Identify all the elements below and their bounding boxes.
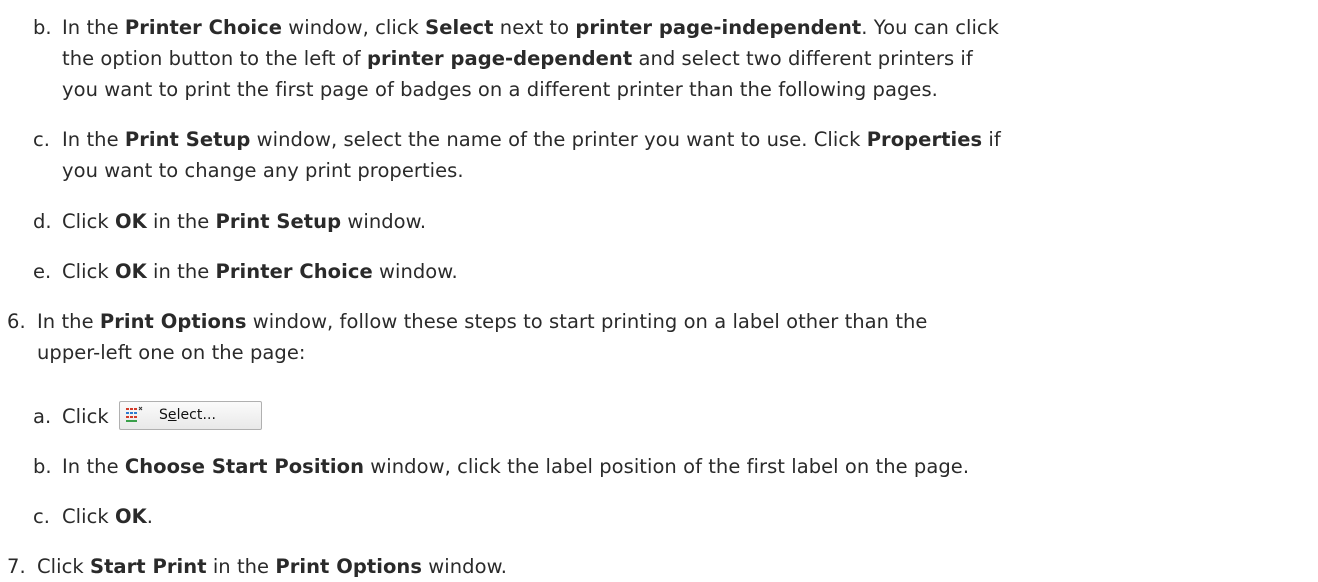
step-text: window. xyxy=(422,555,508,578)
step-line: e. Click OK in the Printer Choice window. xyxy=(33,257,458,287)
step-text: Click xyxy=(62,260,115,283)
step-text: and select two different printers if xyxy=(632,47,973,70)
step-line: b. In the Printer Choice window, click Se… xyxy=(33,13,999,43)
bold-term: OK xyxy=(114,260,147,283)
bold-term: printer page-dependent xyxy=(366,47,633,70)
step-text: the option button to the left of xyxy=(62,47,367,70)
step-text: in the xyxy=(206,555,276,578)
bold-term: Print Options xyxy=(275,555,423,578)
step-line: c. Click OK. xyxy=(33,502,153,532)
bold-term: Print Setup xyxy=(215,210,342,233)
step-text: window, select the name of the printer y… xyxy=(250,128,867,151)
step-marker: 6. xyxy=(7,310,26,333)
step-text: In the xyxy=(62,455,125,478)
grid-list-icon xyxy=(125,406,143,422)
step-marker: b. xyxy=(33,455,52,478)
step-text: in the xyxy=(146,260,216,283)
bold-term: Printer Choice xyxy=(124,16,283,39)
step-line: a. Click Select... xyxy=(33,401,262,432)
step-text: next to xyxy=(493,16,576,39)
step-line: upper-left one on the page: xyxy=(37,338,306,368)
step-text: in the xyxy=(146,210,216,233)
step-text: you want to change any print properties. xyxy=(62,159,464,182)
bold-term: Start Print xyxy=(89,555,207,578)
bold-term: Properties xyxy=(866,128,983,151)
document-page: b. In the Printer Choice window, click Se… xyxy=(0,0,1318,578)
bold-term: Select xyxy=(425,16,494,39)
step-text: window, follow these steps to start prin… xyxy=(246,310,928,333)
step-text: In the xyxy=(62,16,125,39)
bold-term: printer page-independent xyxy=(575,16,862,39)
step-text: you want to print the first page of badg… xyxy=(62,78,938,101)
bold-term: Print Setup xyxy=(124,128,251,151)
step-line: you want to print the first page of badg… xyxy=(62,75,938,105)
step-text: window, click the label position of the … xyxy=(364,455,970,478)
step-text: In the xyxy=(37,310,100,333)
step-line: d. Click OK in the Print Setup window. xyxy=(33,207,426,237)
step-marker: b. xyxy=(33,16,52,39)
bold-term: Print Options xyxy=(99,310,247,333)
step-marker: a. xyxy=(33,405,52,428)
step-text: Click xyxy=(62,210,115,233)
bold-term: Choose Start Position xyxy=(124,455,365,478)
step-line: 7. Click Start Print in the Print Options… xyxy=(7,552,507,582)
step-marker: 7. xyxy=(7,555,26,578)
step-text: . You can click xyxy=(861,16,1000,39)
step-marker: d. xyxy=(33,210,52,233)
step-text: if xyxy=(982,128,1001,151)
step-marker: c. xyxy=(33,128,51,151)
bold-term: OK xyxy=(114,210,147,233)
step-line: 6. In the Print Options window, follow th… xyxy=(7,307,927,337)
step-text: upper-left one on the page: xyxy=(37,341,306,364)
select-start-position-button[interactable]: Select... xyxy=(118,401,262,430)
step-text: Click xyxy=(62,405,115,428)
step-text: window. xyxy=(372,260,458,283)
step-line: c. In the Print Setup window, select the … xyxy=(33,125,1001,155)
step-line: the option button to the left of printer… xyxy=(62,44,973,74)
select-button-label: Select... xyxy=(158,407,216,423)
step-marker: c. xyxy=(33,505,51,528)
step-line: you want to change any print properties. xyxy=(62,156,464,186)
step-marker: e. xyxy=(33,260,52,283)
step-text: In the xyxy=(62,128,125,151)
step-text: window, click xyxy=(282,16,426,39)
step-text: window. xyxy=(341,210,427,233)
step-text: Click xyxy=(37,555,90,578)
bold-term: Printer Choice xyxy=(215,260,373,283)
step-line: b. In the Choose Start Position window, c… xyxy=(33,452,969,482)
